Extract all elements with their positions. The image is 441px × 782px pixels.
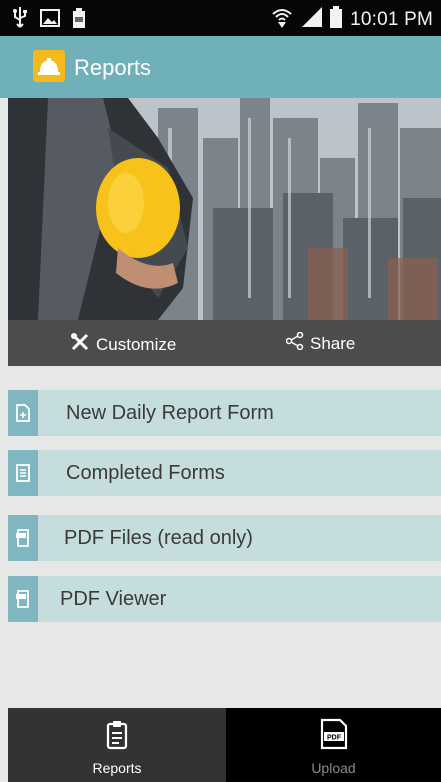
battery-saver-icon — [72, 8, 86, 33]
menu-item-completed-forms[interactable]: Completed Forms — [8, 450, 441, 496]
app-bar: Reports — [0, 36, 441, 98]
menu-item-pdf-files[interactable]: PDF Files (read only) — [8, 515, 441, 561]
menu-item-label: PDF Viewer — [60, 588, 167, 610]
completed-forms-icon — [8, 450, 38, 496]
bottom-tab-bar: Reports PDF Upload — [8, 708, 441, 782]
pdf-upload-icon: PDF — [320, 718, 348, 755]
hero-image — [8, 98, 441, 320]
tools-icon — [70, 332, 90, 357]
menu-item-pdf-viewer[interactable]: PDF Viewer — [8, 576, 441, 622]
page-title: Reports — [74, 55, 152, 80]
menu-item-label: Completed Forms — [66, 462, 225, 484]
pdf-file-icon — [8, 515, 38, 561]
tab-label: Reports — [92, 760, 142, 776]
customize-label: Customize — [96, 334, 177, 354]
share-label: Share — [310, 333, 356, 353]
menu-item-new-daily-report[interactable]: New Daily Report Form — [8, 390, 441, 436]
battery-icon — [330, 6, 343, 33]
usb-icon — [12, 7, 28, 34]
menu-item-label: New Daily Report Form — [66, 402, 274, 424]
customize-button[interactable]: Customize — [70, 332, 176, 357]
status-bar: 10:01 PM — [0, 0, 441, 36]
wifi-icon — [272, 6, 292, 33]
clipboard-icon — [106, 720, 128, 755]
status-time: 10:01 PM — [350, 8, 433, 30]
hardhat-logo-icon — [33, 50, 65, 82]
share-icon — [285, 331, 304, 355]
tab-upload[interactable]: PDF Upload — [226, 708, 441, 782]
pdf-viewer-icon — [8, 576, 38, 622]
svg-text:PDF: PDF — [327, 735, 342, 742]
menu-item-label: PDF Files (read only) — [64, 527, 253, 549]
share-button[interactable]: Share — [285, 331, 356, 355]
hero-action-bar: Customize Share — [8, 320, 441, 366]
image-icon — [40, 9, 60, 32]
signal-icon — [300, 7, 323, 32]
tab-reports[interactable]: Reports — [8, 708, 226, 782]
new-form-icon — [8, 390, 38, 436]
tab-label: Upload — [311, 760, 356, 776]
